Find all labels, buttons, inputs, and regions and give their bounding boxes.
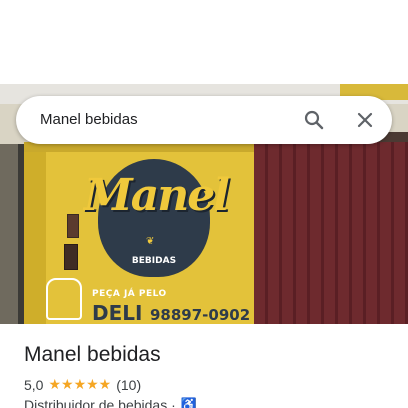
category-row: Distribuidor de bebidas · ♿ <box>24 397 197 408</box>
painted-delivery: DELI <box>92 301 143 324</box>
search-icon[interactable] <box>302 108 326 132</box>
electric-box <box>64 244 78 270</box>
search-input[interactable]: Manel bebidas <box>40 111 138 128</box>
logo-word: Manel <box>84 170 230 221</box>
wheat-icon: ❦ <box>146 236 155 247</box>
close-icon[interactable] <box>353 108 377 132</box>
electric-meter <box>67 214 79 238</box>
rating-stars-icon: ★★★★★ <box>48 376 112 392</box>
courier-icon <box>46 278 82 320</box>
review-count[interactable]: (10) <box>116 377 141 393</box>
place-info-panel: Manel bebidas 5,0 ★★★★★ (10) Distribuido… <box>0 324 408 408</box>
painted-slogan: PEÇA JÁ PELO <box>92 289 167 299</box>
rating-value: 5,0 <box>24 376 44 393</box>
storefront-wall-shade <box>24 142 46 324</box>
top-blank-area <box>0 0 408 84</box>
rating-row[interactable]: 5,0 ★★★★★ (10) <box>24 376 141 393</box>
painted-phone: 98897-0902 <box>150 306 251 324</box>
search-bar[interactable]: Manel bebidas <box>16 96 392 144</box>
wheelchair-accessible-icon: ♿ <box>180 397 197 408</box>
place-title: Manel bebidas <box>24 343 161 366</box>
metal-gate <box>254 142 408 324</box>
place-category: Distribuidor de bebidas · <box>24 397 176 408</box>
logo-subtitle: BEBIDAS <box>131 256 177 266</box>
